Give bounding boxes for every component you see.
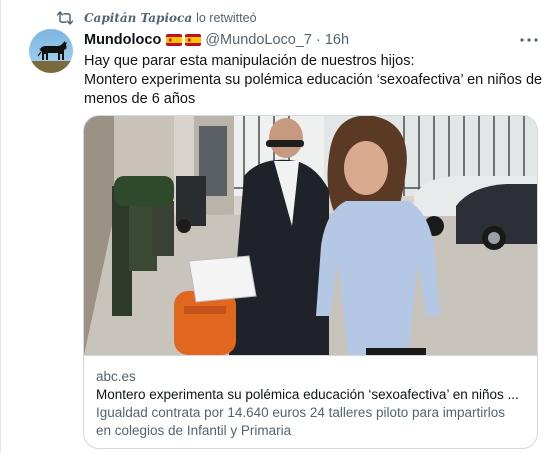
tweet-text-line: menos de 6 años [84, 91, 196, 107]
card-domain: abc.es [96, 369, 136, 384]
more-options-icon[interactable] [519, 30, 539, 50]
tweet-header: Mundoloco @MundoLoco_7 · 16h [84, 31, 349, 49]
tweet-text-line: Hay que parar esta manipulación de nuest… [84, 53, 415, 69]
bull-silhouette-avatar [29, 41, 73, 73]
tweet-time[interactable]: 16h [325, 32, 349, 48]
retweet-icon [57, 11, 73, 25]
card-title: Montero experimenta su polémica educació… [96, 387, 519, 402]
avatar[interactable] [29, 29, 73, 73]
link-card[interactable]: abc.es Montero experimenta su polémica e… [83, 115, 538, 449]
card-image[interactable] [84, 116, 537, 355]
tweet-text-line: Montero experimenta su polémica educació… [84, 72, 543, 88]
tweet-text: Hay que parar esta manipulación de nuest… [84, 52, 543, 109]
tweet[interactable]: Capitán Tapioca lo retwitteó Mundoloco @… [0, 0, 553, 453]
spain-flag-icon [185, 34, 202, 46]
retweet-label: lo retwitteó [196, 11, 257, 25]
card-description-line: Igualdad contrata por 14.640 euros 24 ta… [96, 405, 505, 420]
author-handle[interactable]: @MundoLoco_7 [205, 32, 312, 48]
card-meta[interactable]: abc.es Montero experimenta su polémica e… [84, 355, 537, 448]
author-name[interactable]: Mundoloco [84, 32, 161, 48]
author-flags [163, 34, 202, 46]
retweet-context: Capitán Tapioca lo retwitteó [57, 9, 257, 27]
retweeter-name[interactable]: Capitán Tapioca [84, 11, 192, 25]
spain-flag-icon [166, 34, 183, 46]
separator-dot: · [315, 32, 321, 48]
card-description-line: en colegios de Infantil y Primaria [96, 423, 292, 438]
card-description: Igualdad contrata por 14.640 euros 24 ta… [96, 404, 527, 440]
